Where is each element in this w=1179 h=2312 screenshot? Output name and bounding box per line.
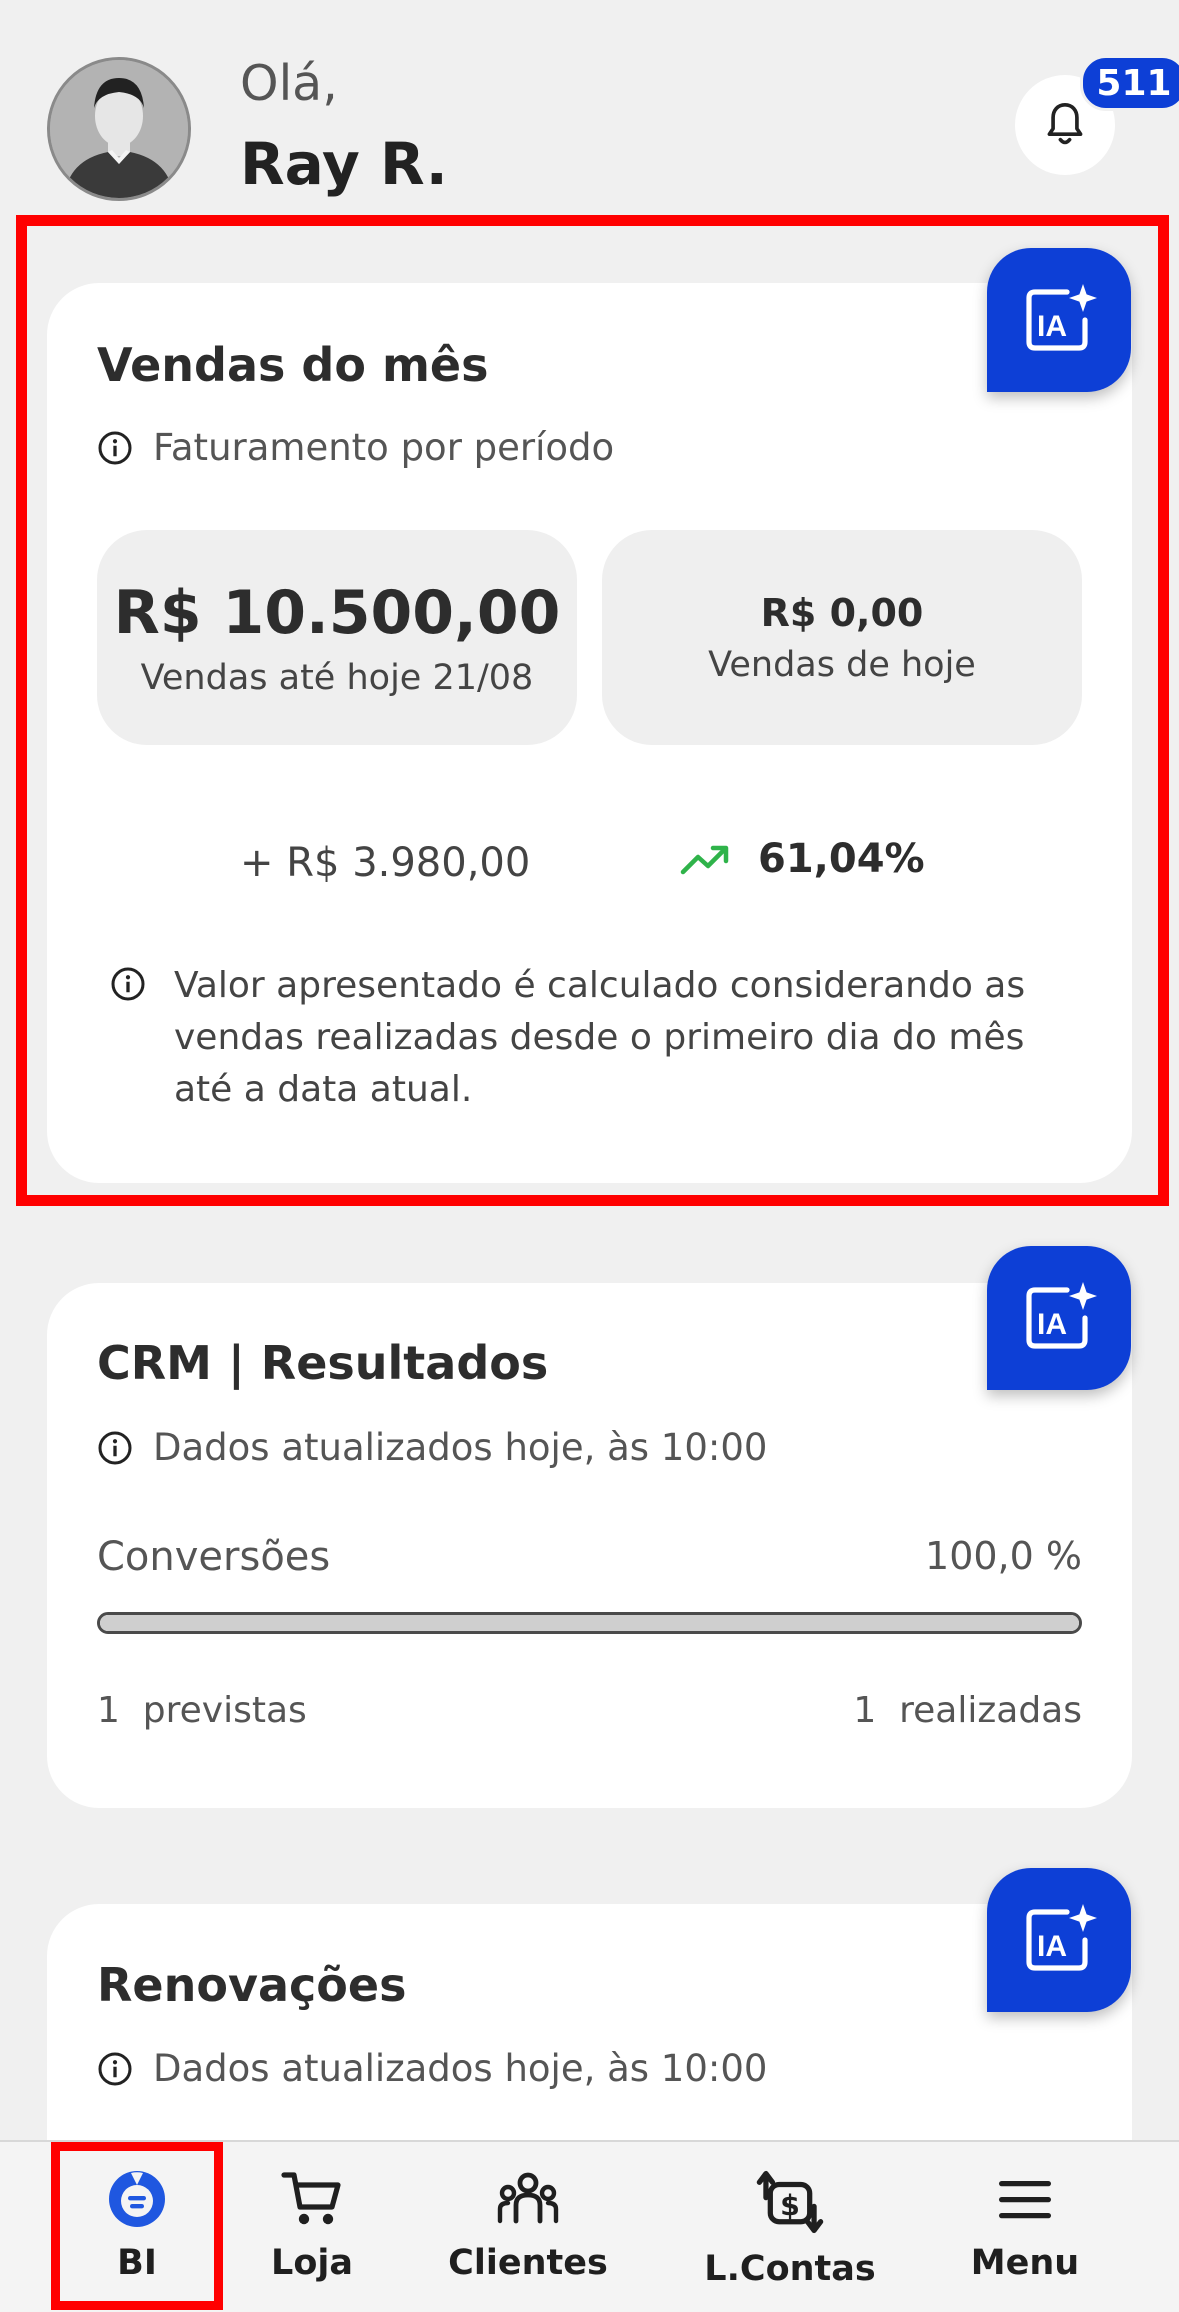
conversions-progress-fill <box>100 1615 1079 1631</box>
avatar[interactable] <box>47 57 191 201</box>
ia-button-renewals[interactable]: IA <box>987 1868 1131 2012</box>
highlight-frame-bi <box>51 2142 223 2310</box>
crm-card-title: CRM | Resultados <box>97 1336 549 1390</box>
svg-text:IA: IA <box>1037 1308 1067 1341</box>
nav-item-menu[interactable]: Menu <box>960 2167 1090 2283</box>
renewals-info-text: Dados atualizados hoje, às 10:00 <box>153 2047 768 2090</box>
people-icon <box>497 2172 559 2224</box>
hamburger-icon <box>999 2181 1051 2219</box>
money-transfer-icon: $ <box>756 2170 824 2234</box>
renewals-card-title: Renovações <box>97 1958 407 2012</box>
conversions-value: 100,0 % <box>925 1534 1082 1578</box>
renewals-info-line: Dados atualizados hoje, às 10:00 <box>97 2047 767 2090</box>
ai-sparkle-icon: IA <box>1026 1282 1097 1349</box>
ai-sparkle-icon: IA <box>1026 1904 1097 1971</box>
nav-item-loja[interactable]: Loja <box>262 2167 362 2283</box>
crm-forecast: 1 previstas <box>97 1690 307 1731</box>
nav-label-clientes: Clientes <box>448 2243 608 2283</box>
info-icon <box>98 2052 132 2085</box>
svg-text:$: $ <box>780 2189 800 2222</box>
nav-label-menu: Menu <box>970 2243 1080 2283</box>
cart-icon <box>281 2172 341 2225</box>
crm-info-text: Dados atualizados hoje, às 10:00 <box>153 1426 768 1469</box>
nav-label-loja: Loja <box>271 2243 353 2283</box>
highlight-frame-sales <box>16 215 1169 1206</box>
crm-info-line: Dados atualizados hoje, às 10:00 <box>97 1426 767 1469</box>
greeting-text: Olá, <box>240 55 338 112</box>
conversions-progress-track <box>97 1612 1082 1634</box>
conversions-label: Conversões <box>97 1534 331 1580</box>
ia-button-crm[interactable]: IA <box>987 1246 1131 1390</box>
nav-item-clientes[interactable]: Clientes <box>448 2167 608 2283</box>
nav-label-lcontas: L.Contas <box>704 2249 876 2289</box>
crm-achieved: 1 realizadas <box>853 1690 1082 1731</box>
nav-item-lcontas[interactable]: $ L.Contas <box>704 2167 876 2289</box>
notification-badge: 511 <box>1080 55 1179 111</box>
user-silhouette-icon <box>50 60 188 198</box>
info-icon <box>98 1431 132 1464</box>
user-name: Ray R. <box>240 130 448 198</box>
svg-text:IA: IA <box>1037 1930 1067 1963</box>
bell-icon <box>1047 103 1083 145</box>
